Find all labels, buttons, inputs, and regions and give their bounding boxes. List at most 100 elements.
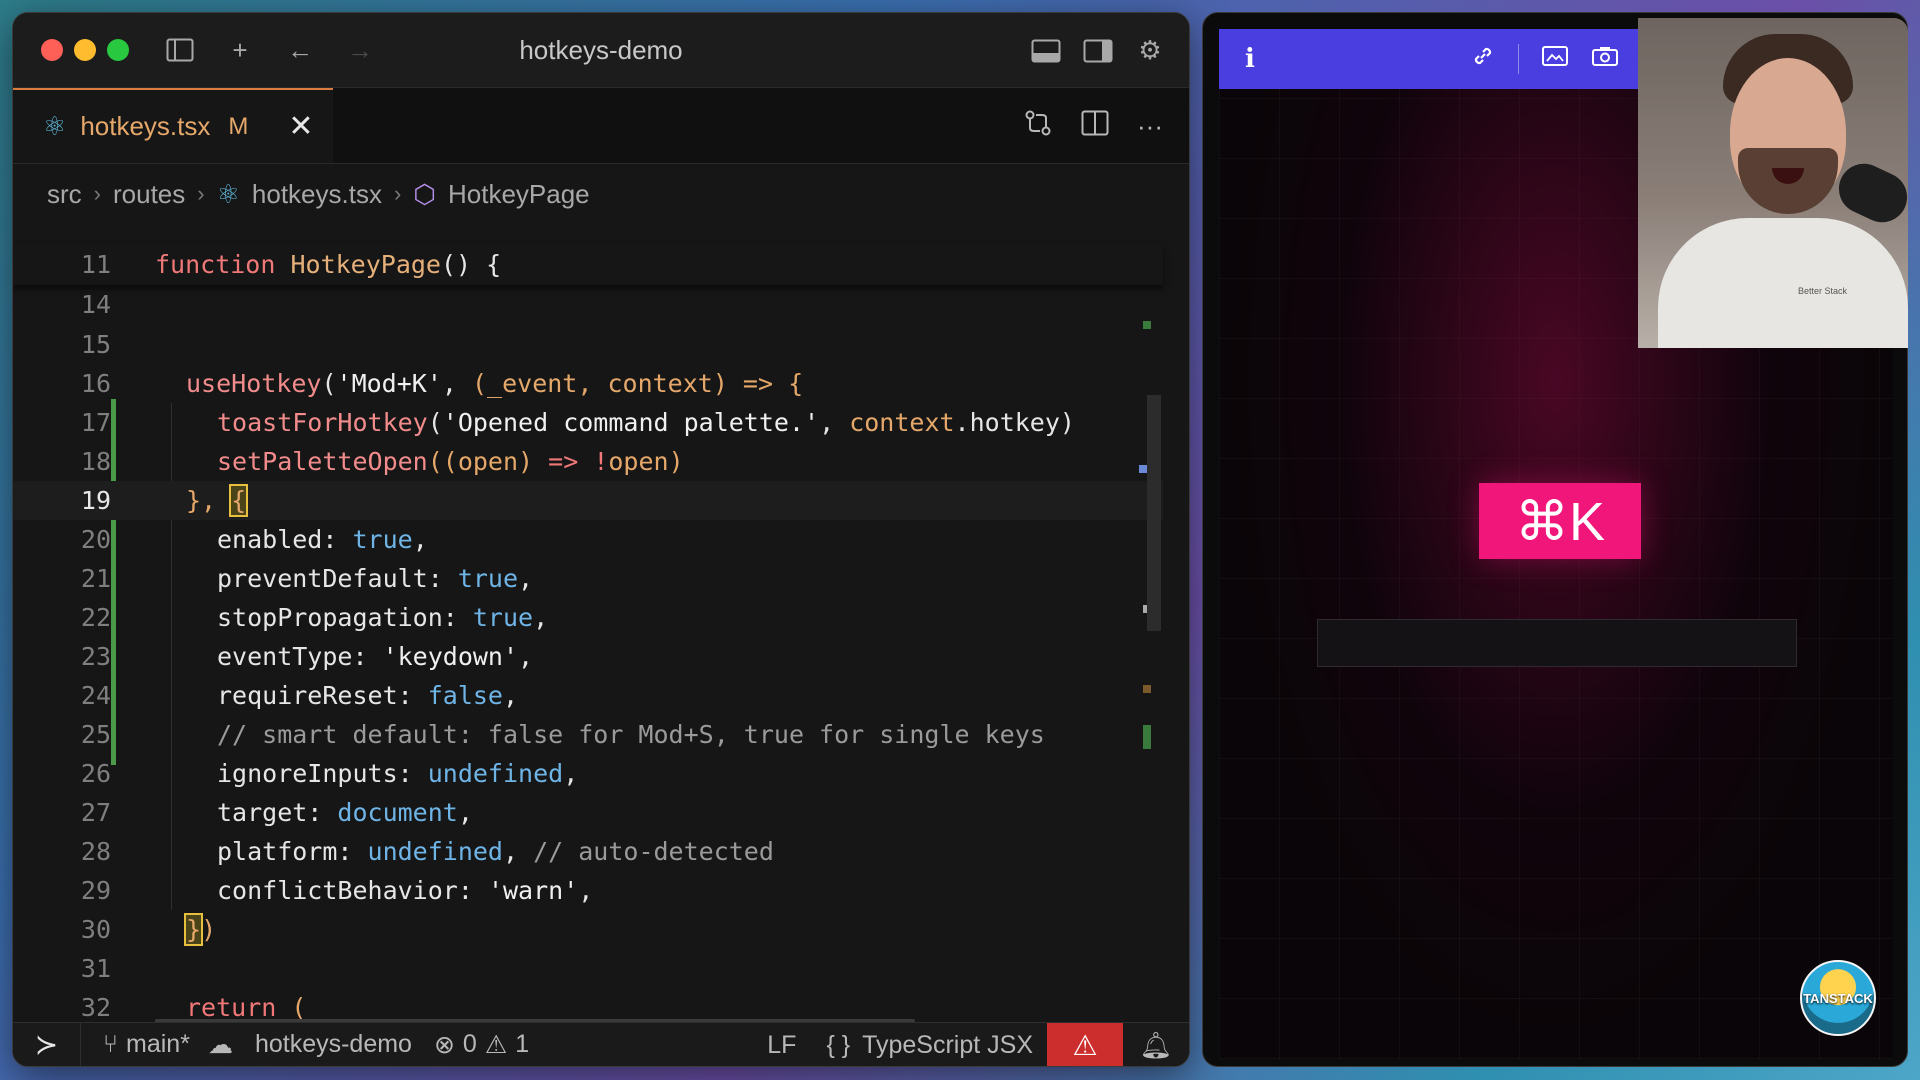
shirt-logo: Better Stack [1798, 286, 1848, 296]
chevron-right-icon: › [393, 181, 402, 206]
error-icon: ⊗ [433, 1030, 455, 1059]
react-file-icon: ⚛ [43, 111, 67, 141]
line-number: 25 [80, 720, 111, 749]
breadcrumb-item-src[interactable]: src [47, 179, 82, 210]
line-number: 19 [80, 486, 111, 515]
tab-filename: hotkeys.tsx [80, 111, 211, 141]
line-number: 30 [80, 915, 111, 944]
line-number: 17 [80, 408, 111, 437]
code-line: conflictBehavior: 'warn', [217, 876, 594, 905]
title-bar: + ← → hotkeys-demo ⚙ [13, 13, 1189, 88]
code-line: ignoreInputs: undefined, [217, 759, 579, 788]
tanstack-logo: TANSTACK [1800, 960, 1876, 1036]
line-number: 18 [80, 447, 111, 476]
line-number: 27 [80, 798, 111, 827]
braces-icon: { } [826, 1030, 851, 1059]
code-line: target: document, [217, 798, 473, 827]
notifications-bell-icon[interactable]: 🔔︎ [1123, 1030, 1189, 1061]
code-line: platform: undefined, // auto-detected [217, 837, 774, 866]
code-line: toastForHotkey('Opened command palette.'… [217, 408, 1075, 437]
line-number: 14 [80, 290, 111, 319]
new-file-icon[interactable]: + [225, 35, 255, 65]
breadcrumb-item-routes[interactable]: routes [113, 179, 185, 210]
code-line: useHotkey('Mod+K', (_event, context) => … [186, 369, 804, 398]
hotkey-indicator: ⌘K [1479, 483, 1641, 559]
chevron-right-icon: › [197, 181, 205, 206]
webcam-overlay: Better Stack [1638, 18, 1908, 348]
line-number: 29 [80, 876, 111, 905]
settings-gear-icon[interactable]: ⚙ [1135, 35, 1165, 66]
breadcrumb-item-file[interactable]: hotkeys.tsx [252, 179, 382, 210]
line-number: 31 [80, 954, 111, 983]
matched-bracket: { [229, 484, 249, 517]
code-comment: // smart default: false for Mod+S, true … [217, 720, 1045, 749]
line-number: 24 [80, 681, 111, 710]
language-mode[interactable]: TypeScript JSX [862, 1031, 1033, 1060]
react-file-icon: ⚛ [216, 178, 240, 209]
sticky-scroll-header[interactable]: 11 function HotkeyPage() { [13, 245, 1163, 285]
code-line: enabled: true, [217, 525, 428, 554]
line-number: 28 [80, 837, 111, 866]
line-number: 32 [80, 993, 111, 1022]
microphone [1830, 155, 1908, 231]
git-branch-icon: ⑂ [103, 1030, 119, 1058]
breadcrumb-item-symbol[interactable]: HotkeyPage [448, 179, 590, 210]
tab-hotkeys-tsx[interactable]: ⚛ hotkeys.tsx M ✕ [13, 88, 333, 163]
editor-window: + ← → hotkeys-demo ⚙ ⚛ hotkeys.tsx M ✕ ·… [12, 12, 1190, 1067]
toolbar-divider [1518, 44, 1519, 74]
extension-alert-icon[interactable]: ⚠ [1047, 1023, 1123, 1066]
toggle-sidebar-icon[interactable] [165, 35, 195, 65]
sync-cloud-icon: ☁ [207, 1030, 233, 1059]
code-line: stopPropagation: true, [217, 603, 549, 632]
line-number: 20 [80, 525, 111, 554]
active-line[interactable]: 19 }, { [13, 481, 1163, 520]
line-number: 15 [80, 330, 111, 359]
status-bar: ≻ ⑂ main* ☁ hotkeys-demo ⊗ 0 ⚠ 1 LF { } … [13, 1022, 1189, 1066]
close-tab-icon[interactable]: ✕ [288, 109, 313, 144]
code-line: function HotkeyPage() { [155, 250, 502, 279]
remote-indicator-icon[interactable]: ≻ [13, 1022, 81, 1066]
toggle-secondary-sidebar-icon[interactable] [1083, 36, 1113, 66]
code-line: }, { [186, 484, 249, 517]
code-line: requireReset: false, [217, 681, 519, 710]
overview-ruler[interactable] [1135, 245, 1163, 1035]
line-number: 23 [80, 642, 111, 671]
minimize-window-button[interactable] [74, 39, 96, 61]
line-ending[interactable]: LF [767, 1031, 796, 1060]
problems-indicator[interactable]: ⊗ 0 ⚠ 1 [434, 1030, 529, 1060]
devtools-toolbar: i [1219, 29, 1639, 89]
maximize-window-button[interactable] [107, 39, 129, 61]
camera-icon[interactable] [1591, 44, 1619, 75]
code-line: }) [183, 913, 217, 946]
back-arrow-icon[interactable]: ← [285, 35, 315, 65]
tab-bar: ⚛ hotkeys.tsx M ✕ ··· [13, 88, 1189, 164]
warning-icon: ⚠ [484, 1030, 508, 1059]
chevron-right-icon: › [93, 181, 101, 206]
screenshot-icon[interactable] [1541, 44, 1569, 75]
line-number: 16 [80, 369, 111, 398]
code-editor[interactable]: 11 function HotkeyPage() { 14 15 16 useH… [13, 245, 1163, 1035]
palette-input[interactable] [1317, 619, 1797, 667]
code-line: eventType: 'keydown', [217, 642, 534, 671]
breadcrumb: src › routes › ⚛ hotkeys.tsx › ⬡ HotkeyP… [13, 164, 1189, 224]
line-number: 21 [80, 564, 111, 593]
close-window-button[interactable] [41, 39, 63, 61]
git-branch[interactable]: ⑂ main* ☁ [103, 1030, 233, 1060]
symbol-method-icon: ⬡ [413, 178, 436, 209]
link-icon[interactable] [1470, 43, 1496, 76]
vertical-scrollbar[interactable] [1147, 395, 1161, 631]
code-line: setPaletteOpen((open) => !open) [217, 447, 684, 476]
split-editor-icon[interactable] [1081, 110, 1109, 143]
code-line: return ( [186, 993, 307, 1022]
line-number: 22 [80, 603, 111, 632]
code-line: preventDefault: true, [217, 564, 534, 593]
window-controls [41, 39, 129, 61]
matched-bracket: } [183, 913, 204, 946]
forward-arrow-icon[interactable]: → [345, 35, 375, 65]
compare-changes-icon[interactable] [1023, 108, 1053, 145]
toggle-panel-icon[interactable] [1031, 36, 1061, 66]
info-icon[interactable]: i [1245, 44, 1255, 74]
more-actions-icon[interactable]: ··· [1137, 111, 1163, 142]
project-name[interactable]: hotkeys-demo [255, 1030, 412, 1059]
line-number: 26 [80, 759, 111, 788]
